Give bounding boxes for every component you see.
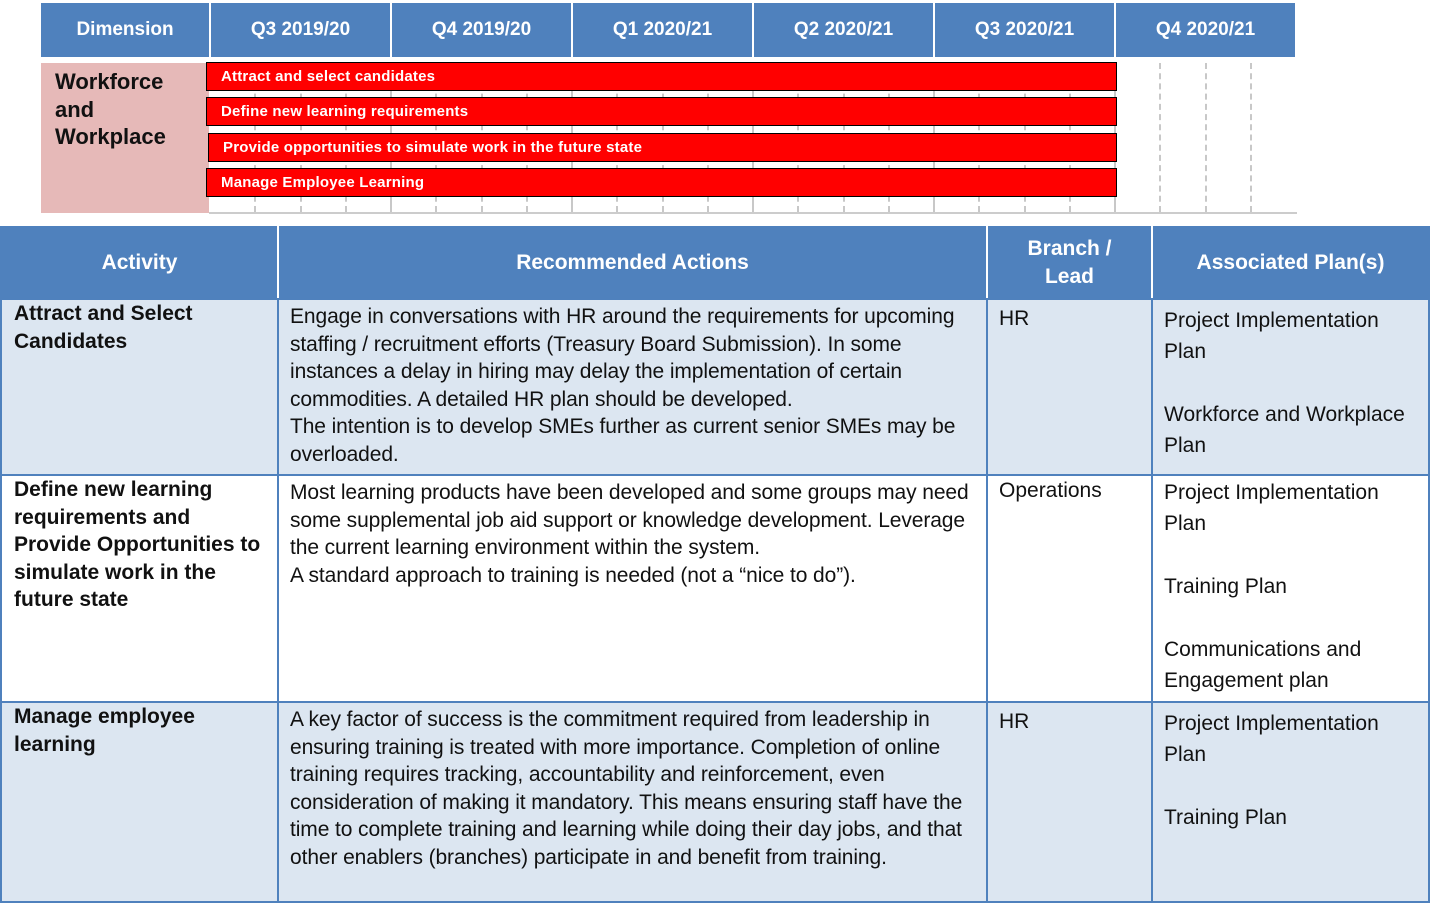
plan-item: Communications and Engagement plan	[1164, 638, 1362, 692]
activity-cell: Attract and Select Candidates	[0, 298, 279, 476]
action-paragraph: A key factor of success is the commitmen…	[290, 708, 963, 869]
plan-item: Project Implementation Plan	[1164, 481, 1379, 535]
quarter-header: Q4 2019/20	[392, 3, 573, 57]
plans-cell: Project Implementation Plan Training Pla…	[1151, 701, 1430, 903]
plan-item: Project Implementation Plan	[1164, 712, 1379, 766]
header-actions: Recommended Actions	[277, 226, 988, 300]
gantt-bar: Attract and select candidates	[206, 62, 1117, 91]
action-paragraph: The intention is to develop SMEs further…	[290, 415, 956, 466]
table-row: Define new learning requirements and Pro…	[0, 474, 1430, 703]
recommended-actions-table: Activity Recommended Actions Branch / Le…	[0, 226, 1430, 903]
dimension-line: Workforce	[55, 69, 164, 94]
header-plans: Associated Plan(s)	[1151, 226, 1430, 300]
dimension-line: and	[55, 96, 95, 122]
lead-cell: HR	[986, 298, 1153, 476]
gantt-bar: Provide opportunities to simulate work i…	[208, 133, 1117, 162]
activity-cell: Define new learning requirements and Pro…	[0, 474, 279, 703]
plan-item: Workforce and Workplace Plan	[1164, 403, 1405, 457]
lead-cell: HR	[986, 701, 1153, 903]
actions-cell: A key factor of success is the commitmen…	[277, 701, 988, 903]
grid-line	[1159, 63, 1162, 212]
quarter-header: Q3 2019/20	[211, 3, 392, 57]
action-paragraph: A standard approach to training is neede…	[290, 563, 856, 587]
table-row: Manage employee learning A key factor of…	[0, 701, 1430, 903]
grid-line	[1204, 63, 1207, 212]
dimension-line: Workplace	[55, 124, 166, 149]
plan-item: Training Plan	[1164, 575, 1287, 598]
dimension-header: Dimension	[41, 3, 211, 57]
actions-cell: Engage in conversations with HR around t…	[277, 298, 988, 476]
plans-cell: Project Implementation Plan Training Pla…	[1151, 474, 1430, 703]
lead-cell: Operations	[986, 474, 1153, 703]
gantt-bar: Manage Employee Learning	[206, 168, 1117, 197]
actions-cell: Most learning products have been develop…	[277, 474, 988, 703]
table-row: Attract and Select Candidates Engage in …	[0, 298, 1430, 476]
header-lead: Branch / Lead	[986, 226, 1153, 300]
gantt-bar: Define new learning requirements	[206, 97, 1117, 126]
quarter-header: Q3 2020/21	[935, 3, 1116, 57]
action-paragraph: Most learning products have been develop…	[290, 481, 969, 560]
dimension-label: Workforce and Workplace	[41, 63, 209, 213]
header-lead-line: Lead	[1044, 265, 1094, 288]
plan-item: Project Implementation Plan	[1164, 309, 1379, 363]
action-paragraph: Engage in conversations with HR around t…	[290, 305, 955, 411]
header-activity: Activity	[0, 226, 279, 300]
quarter-header: Q4 2020/21	[1116, 3, 1295, 57]
plans-cell: Project Implementation Plan Workforce an…	[1151, 298, 1430, 476]
activity-cell: Manage employee learning	[0, 701, 279, 903]
table-header-row: Activity Recommended Actions Branch / Le…	[0, 226, 1430, 300]
gantt-header: Dimension Q3 2019/20 Q4 2019/20 Q1 2020/…	[41, 3, 1295, 57]
quarter-header: Q1 2020/21	[573, 3, 754, 57]
plan-item: Training Plan	[1164, 806, 1287, 829]
header-lead-line: Branch /	[1027, 237, 1112, 260]
grid-line	[1249, 63, 1252, 212]
quarter-header: Q2 2020/21	[754, 3, 935, 57]
